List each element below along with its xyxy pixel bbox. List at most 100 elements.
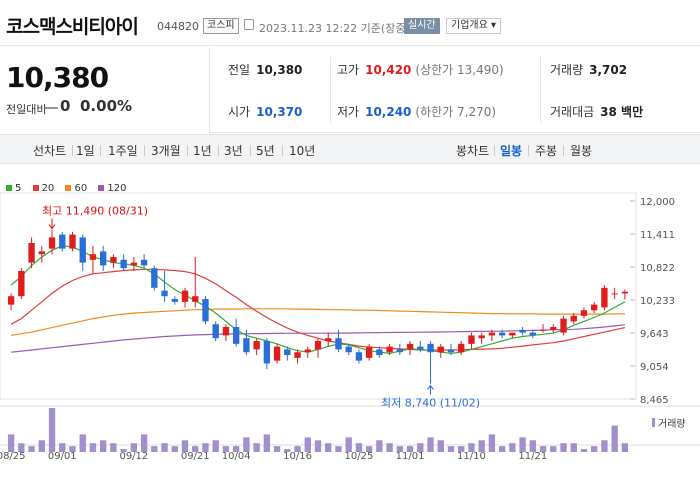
divider [528,145,529,156]
stats-panel: 전일 10,380 고가 10,420 (상한가 13,490) 거래량 3,702 시… [210,47,700,133]
y-tick-label: 10,233 [640,296,675,307]
volume-bar [335,446,342,452]
volume-bar [263,434,271,452]
volume-bar [591,446,598,452]
candle-body [437,346,444,353]
volume-bar [59,443,66,452]
candle-body [550,327,557,330]
volume-bar [69,446,76,452]
candle-daily[interactable]: 일봉 [500,142,522,159]
candle-body [355,352,363,361]
period-1w[interactable]: 1주일 [108,142,138,159]
candle-monthly[interactable]: 월봉 [570,142,592,159]
volume-bar [181,440,189,452]
candle-body [171,299,178,302]
volume-bar [243,437,250,452]
candle-body [18,271,25,297]
candle-body [7,296,15,305]
stat-high: 고가 10,420 (상한가 13,490) [337,61,504,78]
candle-body [560,318,567,333]
candlestick-chart[interactable]: 12,000 11,411 10,822 10,233 9,643 9,054 8,465 0… [0,192,700,490]
chart-toolbar: 선차트 1일 1주일 3개월 1년 3년 5년 10년 봉차트 일봉 주봉 월봉 [0,134,700,164]
high-annotation: 최고 11,490 (08/31) [42,205,148,218]
volume-bar [232,446,240,452]
divider [282,145,283,156]
volume-bar [100,440,107,452]
candle-body [427,343,434,353]
volume-bar [539,446,547,452]
period-5y[interactable]: 5년 [256,142,275,159]
y-tick-label: 9,054 [640,362,669,373]
period-10y[interactable]: 10년 [289,142,315,159]
candle-body [28,243,35,263]
timestamp: 2023.11.23 12:22 기준(장중) [259,22,410,35]
candle-body [130,262,138,266]
candle-body [468,335,475,344]
candle-body [89,254,97,260]
volume-bar [570,443,577,452]
volume-bar [161,443,168,452]
company-overview-button[interactable]: 기업개요 ▾ [446,18,501,34]
candle-body [570,315,577,322]
candle-body [529,332,536,336]
period-3y[interactable]: 3년 [224,142,243,159]
candle-body [376,349,383,356]
realtime-button[interactable]: 실시간 [404,18,440,34]
upper-limit: (상한가 13,490) [415,63,504,77]
candle-body [601,287,608,308]
volume-bar [294,446,301,452]
candle-body [304,349,311,353]
volume-bar [478,440,485,452]
candle-body [447,349,455,353]
candle-body [59,234,66,249]
volume-bar [48,408,56,452]
divider [72,145,73,156]
candle-body [611,293,618,295]
volume-bar [417,443,424,452]
period-3m[interactable]: 3개월 [151,142,181,159]
stock-code: 044820 [157,20,199,33]
stat-label: 전일 [228,63,251,77]
y-tick-label: 10,822 [640,263,675,274]
x-tick-label: 11/21 [518,451,547,462]
lower-limit: (하한가 7,270) [415,105,497,119]
candle-body [48,237,56,249]
candle-body [294,352,301,358]
period-1y[interactable]: 1년 [193,142,212,159]
volume-bar [171,446,178,452]
candle-body [232,327,240,344]
flat-icon [45,107,58,109]
divider [100,145,101,156]
candle-body [284,349,291,356]
volume-bar [222,446,230,452]
candle-body [100,251,107,266]
volume-bar [18,443,25,452]
stat-value: 10,240 [365,105,412,119]
calendar-icon [244,19,254,30]
candle-body [488,332,496,336]
divider [494,145,495,156]
candle-body [396,349,404,353]
candle-body [335,338,342,350]
line-chart-label: 선차트 [33,144,67,158]
volume-bar [89,443,97,452]
stat-open: 시가 10,370 [228,103,302,120]
legend-swatch [98,184,105,191]
y-tick-label: 8,465 [640,395,669,406]
candle-body [406,343,414,350]
y-tick-label: 11,411 [640,230,675,241]
stat-label: 거래대금 [550,105,595,119]
volume-bar [38,440,45,452]
candle-body [120,259,127,269]
volume-bar [28,446,35,452]
period-1d[interactable]: 1일 [76,142,95,159]
candle-body [263,341,271,364]
candle-body [212,324,219,339]
candle-weekly[interactable]: 주봉 [535,142,557,159]
candle-body [580,310,588,316]
divider [330,57,331,123]
candle-body [253,341,260,350]
plot-frame [0,192,637,400]
candle-body [478,335,485,339]
x-tick-label: 09/21 [181,451,210,462]
